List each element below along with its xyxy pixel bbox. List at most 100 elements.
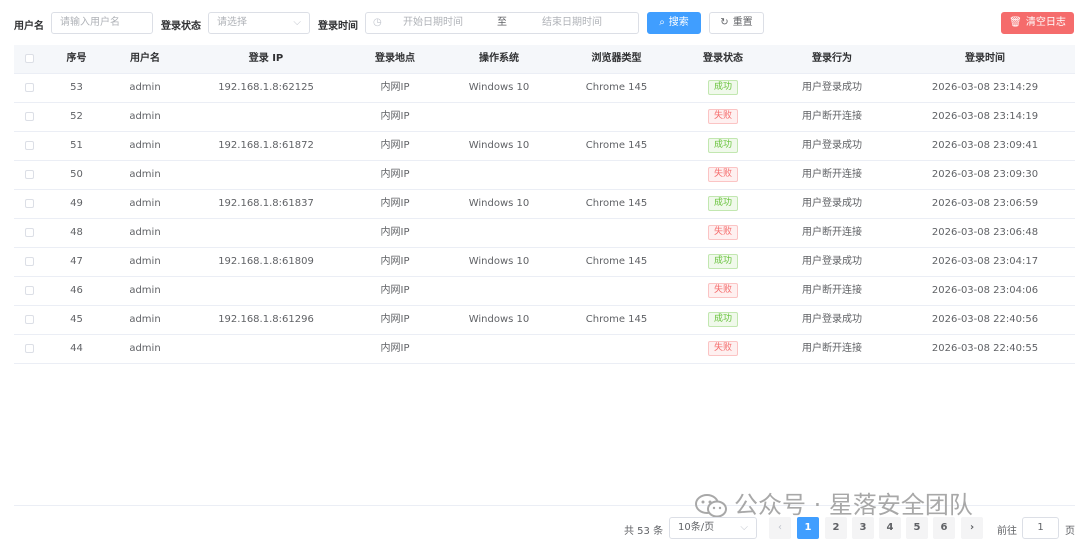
cell-ip	[191, 219, 341, 247]
cell-status: 失败	[684, 161, 762, 189]
status-badge: 成功	[707, 311, 738, 327]
cell-status: 失败	[684, 219, 762, 247]
row-checkbox[interactable]	[25, 141, 34, 150]
cell-id: 46	[70, 285, 83, 296]
search-button[interactable]: ⌕ 搜索	[647, 12, 701, 34]
cell-browser	[549, 335, 684, 363]
cell-browser	[549, 219, 684, 247]
cell-loc: 内网IP	[380, 285, 410, 296]
cell-loc: 内网IP	[380, 140, 410, 151]
start-datetime-input[interactable]: 开始日期时间	[403, 13, 463, 33]
page-3[interactable]: 3	[852, 517, 874, 539]
cell-loc: 内网IP	[380, 227, 410, 238]
page-1[interactable]: 1	[797, 517, 819, 539]
search-icon: ⌕	[659, 17, 665, 28]
username-label: 用户名	[14, 21, 44, 32]
col-time: 登录时间	[965, 53, 1005, 64]
row-checkbox[interactable]	[25, 112, 34, 121]
cell-id: 49	[70, 198, 83, 209]
chevron-down-icon: ⌵	[293, 17, 301, 28]
cell-browser: Chrome 145	[585, 256, 648, 267]
username-placeholder: 请输入用户名	[60, 17, 120, 28]
page-2[interactable]: 2	[825, 517, 847, 539]
prev-page-button[interactable]: ‹	[769, 517, 791, 539]
status-badge: 失败	[707, 108, 738, 124]
page-6[interactable]: 6	[933, 517, 955, 539]
cell-loc: 内网IP	[380, 82, 410, 93]
clear-log-button[interactable]: 🗑 清空日志	[1001, 12, 1074, 34]
cell-id: 48	[70, 227, 83, 238]
cell-ip: 192.168.1.8:61296	[218, 314, 314, 325]
status-select[interactable]: 请选择 ⌵	[208, 12, 310, 34]
chevron-right-icon: ›	[969, 522, 975, 533]
col-location: 登录地点	[375, 53, 415, 64]
row-checkbox[interactable]	[25, 170, 34, 179]
goto-page-input[interactable]: 1	[1022, 517, 1059, 539]
cell-action: 用户登录成功	[802, 198, 862, 209]
status-badge: 失败	[707, 224, 738, 240]
cell-browser: Chrome 145	[585, 198, 648, 209]
page-4[interactable]: 4	[879, 517, 901, 539]
status-placeholder: 请选择	[217, 17, 247, 28]
cell-time: 2026-03-08 22:40:56	[931, 314, 1039, 325]
row-checkbox[interactable]	[25, 199, 34, 208]
row-checkbox[interactable]	[25, 83, 34, 92]
pagination: 共 53 条 10条/页 ⌵ ‹ 1 2 3 4 5 6 › 前往 1 页	[0, 517, 1080, 539]
table-row: 52 admin 内网IP 失败 用户断开连接 2026-03-08 23:14:19	[14, 103, 1075, 132]
cell-loc: 内网IP	[380, 198, 410, 209]
row-checkbox[interactable]	[25, 257, 34, 266]
page-size-select[interactable]: 10条/页 ⌵	[669, 517, 757, 539]
reset-button[interactable]: ↻ 重置	[709, 12, 764, 34]
select-all-checkbox[interactable]	[25, 54, 34, 63]
cell-browser: Chrome 145	[585, 82, 648, 93]
cell-os: Windows 10	[468, 256, 530, 267]
cell-action: 用户登录成功	[802, 140, 862, 151]
cell-action: 用户断开连接	[802, 285, 862, 296]
trash-icon: 🗑	[1009, 17, 1022, 28]
table-row: 50 admin 内网IP 失败 用户断开连接 2026-03-08 23:09:30	[14, 161, 1075, 190]
cell-action: 用户登录成功	[802, 256, 862, 267]
cell-status: 失败	[684, 335, 762, 363]
cell-status: 成功	[684, 74, 762, 102]
status-label: 登录状态	[161, 21, 201, 32]
cell-user: admin	[129, 256, 161, 267]
datetime-range-picker[interactable]: ◷ 开始日期时间 至 结束日期时间	[365, 12, 639, 34]
cell-os	[449, 335, 549, 363]
cell-user: admin	[129, 82, 161, 93]
cell-ip	[191, 335, 341, 363]
cell-ip: 192.168.1.8:62125	[218, 82, 314, 93]
cell-user: admin	[129, 198, 161, 209]
cell-id: 51	[70, 140, 83, 151]
table-row: 47 admin 192.168.1.8:61809 内网IP Windows 10 Ch…	[14, 248, 1075, 277]
cell-status: 成功	[684, 248, 762, 276]
end-datetime-input[interactable]: 结束日期时间	[542, 13, 602, 33]
status-badge: 成功	[707, 137, 738, 153]
cell-user: admin	[129, 314, 161, 325]
username-input[interactable]: 请输入用户名	[51, 12, 153, 34]
cell-browser	[549, 103, 684, 131]
row-checkbox[interactable]	[25, 315, 34, 324]
cell-loc: 内网IP	[380, 314, 410, 325]
clear-log-button-label: 清空日志	[1025, 17, 1066, 28]
chevron-left-icon: ‹	[778, 522, 782, 533]
page-suffix: 页	[1065, 526, 1075, 537]
page-5[interactable]: 5	[906, 517, 928, 539]
filter-toolbar: 用户名 请输入用户名 登录状态 请选择 ⌵ 登录时间 ◷ 开始日期时间 至 结束…	[0, 0, 1080, 45]
cell-time: 2026-03-08 23:09:41	[931, 140, 1039, 151]
cell-browser	[549, 277, 684, 305]
table-row: 53 admin 192.168.1.8:62125 内网IP Windows 10 Ch…	[14, 74, 1075, 103]
row-checkbox[interactable]	[25, 286, 34, 295]
cell-time: 2026-03-08 23:04:17	[931, 256, 1039, 267]
next-page-button[interactable]: ›	[961, 517, 983, 539]
cell-loc: 内网IP	[380, 256, 410, 267]
status-badge: 失败	[707, 340, 738, 356]
cell-status: 失败	[684, 277, 762, 305]
cell-ip	[191, 161, 341, 189]
cell-os	[449, 277, 549, 305]
cell-ip	[191, 277, 341, 305]
row-checkbox[interactable]	[25, 344, 34, 353]
cell-loc: 内网IP	[380, 343, 410, 354]
row-checkbox[interactable]	[25, 228, 34, 237]
table-row: 48 admin 内网IP 失败 用户断开连接 2026-03-08 23:06:48	[14, 219, 1075, 248]
cell-browser: Chrome 145	[585, 314, 648, 325]
